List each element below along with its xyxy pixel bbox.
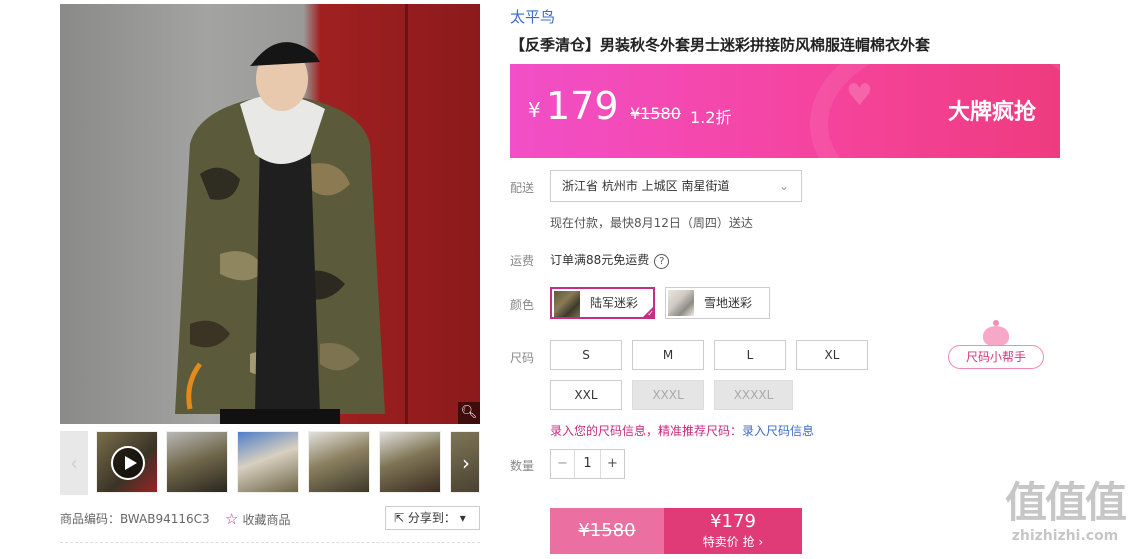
play-icon[interactable]: [111, 446, 145, 480]
quantity-decrement-button[interactable]: −: [551, 450, 575, 478]
quantity-label: 数量: [510, 459, 535, 473]
size-option-m[interactable]: M: [632, 340, 704, 370]
quantity-increment-button[interactable]: +: [600, 450, 624, 478]
address-value: 浙江省 杭州市 上城区 南星街道: [562, 179, 730, 193]
color-swatch: [554, 291, 580, 317]
shipping-fee-text: 订单满88元免运费: [550, 253, 650, 267]
size-option-xxl[interactable]: XXL: [550, 380, 622, 410]
color-option-snow-camo[interactable]: 雪地迷彩: [665, 287, 770, 319]
favorite-label: 收藏商品: [242, 513, 291, 527]
size-option-l[interactable]: L: [714, 340, 786, 370]
product-title: 【反季清仓】男装秋冬外套男士迷彩拼接防风棉服连帽棉衣外套: [510, 36, 931, 54]
watermark-logo: 值值值: [1004, 478, 1127, 527]
size-helper-button[interactable]: 尺码小帮手: [948, 345, 1044, 369]
chevron-down-icon: ▾: [455, 511, 466, 525]
model-figure: [175, 42, 385, 424]
original-price: ¥1580: [630, 104, 681, 123]
wall-edge: [405, 4, 408, 424]
color-option-label: 陆军迷彩: [590, 296, 639, 310]
size-option-xl[interactable]: XL: [796, 340, 868, 370]
magnifier-icon[interactable]: 🔍︎: [458, 402, 480, 424]
buy-original-price: ¥1580: [550, 508, 664, 554]
quantity-stepper: − 1 +: [550, 449, 625, 479]
buy-now-button[interactable]: ¥179 特卖价 抢 ›: [664, 508, 802, 554]
thumbnail[interactable]: [308, 431, 370, 493]
shipping-label: 配送: [510, 181, 535, 195]
favorite-button[interactable]: ☆ 收藏商品: [225, 510, 290, 528]
size-hint-text: 录入您的尺码信息，精准推荐尺码：: [550, 424, 743, 438]
discount-rate: 1.2折: [690, 108, 732, 127]
address-select[interactable]: 浙江省 杭州市 上城区 南星街道 ⌄: [550, 170, 802, 202]
share-label: 分享到：: [407, 511, 456, 525]
size-option-s[interactable]: S: [550, 340, 622, 370]
currency-symbol: ¥: [528, 98, 541, 122]
watermark-url: zhizhizhi.com: [1011, 528, 1119, 544]
price-banner: ♥ ¥ 179 ¥1580 1.2折 大牌疯抢: [510, 64, 1060, 158]
shipping-fee: 订单满88元免运费?: [550, 251, 670, 269]
shipping-fee-label: 运费: [510, 254, 535, 268]
color-swatch: [668, 290, 694, 316]
help-icon[interactable]: ?: [654, 254, 670, 269]
thumbnail[interactable]: [166, 431, 228, 493]
color-label: 颜色: [510, 298, 535, 312]
buy-special-price: ¥179: [710, 511, 756, 532]
thumbnail[interactable]: [237, 431, 299, 493]
size-label: 尺码: [510, 351, 535, 365]
star-icon: ☆: [225, 510, 239, 528]
promo-label: 大牌疯抢: [948, 100, 1037, 125]
heart-icon: ♥: [846, 78, 873, 113]
selected-check-icon: [641, 305, 655, 320]
color-option-label: 雪地迷彩: [704, 296, 753, 310]
share-icon: ⇱: [394, 511, 408, 525]
buy-action-label: 特卖价 抢 ›: [702, 535, 764, 549]
size-option-xxxxl: XXXXL: [714, 380, 793, 410]
chevron-left-icon[interactable]: ‹: [60, 431, 88, 495]
color-option-army-camo[interactable]: 陆军迷彩: [550, 287, 655, 320]
sku-code: 商品编码：BWAB94116C3: [60, 512, 210, 526]
thumbnail[interactable]: [379, 431, 441, 493]
mascot-icon: [983, 320, 1009, 346]
delivery-eta: 现在付款，最快8月12日（周四）送达: [550, 216, 753, 230]
share-button[interactable]: ⇱ 分享到： ▾: [385, 506, 480, 530]
brand-link[interactable]: 太平鸟: [510, 6, 555, 27]
thumbnail-strip: ‹ ›: [60, 431, 480, 495]
thumbnail-video[interactable]: [96, 431, 158, 493]
current-price: 179: [546, 84, 619, 128]
main-product-image[interactable]: [60, 4, 480, 424]
product-meta-row: 商品编码：BWAB94116C3 ☆ 收藏商品 ⇱ 分享到： ▾: [60, 506, 480, 530]
buy-bar: ¥1580 ¥179 特卖价 抢 ›: [550, 508, 802, 554]
watermark: 值值值 zhizhizhi.com: [995, 478, 1135, 554]
size-option-xxxl: XXXL: [632, 380, 704, 410]
size-hint: 录入您的尺码信息，精准推荐尺码：录入尺码信息: [550, 422, 814, 439]
product-page: 🔍︎ ‹ › 商品编码：BWAB94116C3 ☆ 收藏商品 ⇱ 分享到： ▾ 太…: [0, 0, 1144, 559]
quantity-input[interactable]: 1: [575, 450, 600, 478]
divider: [60, 542, 480, 543]
chevron-right-icon[interactable]: ›: [452, 431, 480, 495]
size-input-link[interactable]: 录入尺码信息: [742, 424, 814, 438]
chevron-down-icon: ⌄: [778, 179, 789, 193]
